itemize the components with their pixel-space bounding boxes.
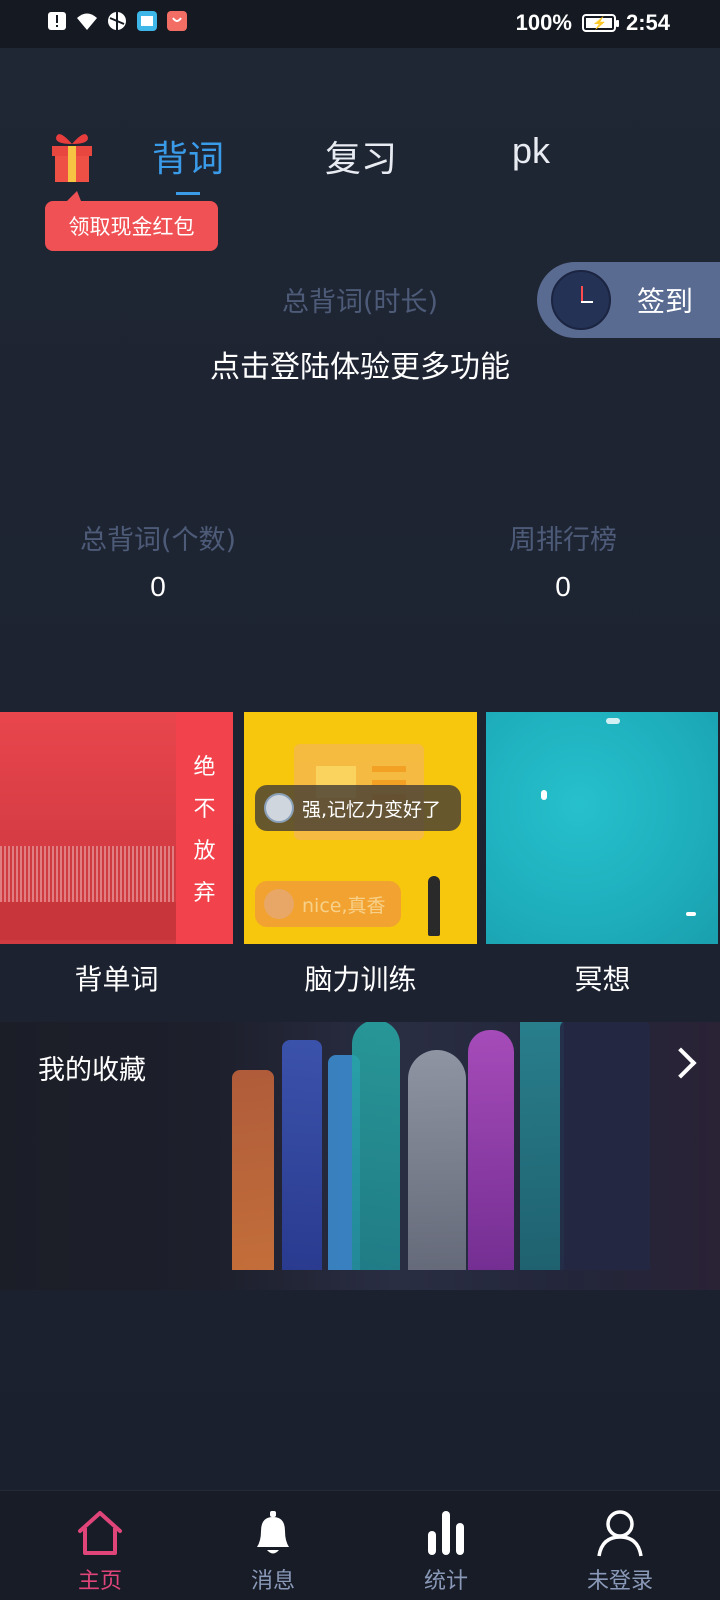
weekly-rank-value: 0 xyxy=(555,571,571,602)
nav-home[interactable]: 主页 xyxy=(40,1491,160,1600)
tile-texture xyxy=(0,846,176,906)
stats-icon xyxy=(428,1511,464,1555)
tile-brain-training[interactable]: 强,记忆力变好了 nice,真香 xyxy=(244,712,477,944)
banner-char: 弃 xyxy=(193,881,216,906)
battery-icon: ⚡ xyxy=(581,14,619,32)
nav-profile[interactable]: 未登录 xyxy=(560,1491,680,1600)
favorites-title: 我的收藏 xyxy=(38,1055,146,1086)
boat-illustration xyxy=(541,790,547,800)
neon-decoration xyxy=(408,1050,466,1270)
comment-bubble: nice,真香 xyxy=(255,881,401,927)
neon-decoration xyxy=(232,1070,274,1270)
neon-decoration xyxy=(560,1022,650,1270)
nav-home-label: 主页 xyxy=(77,1569,122,1594)
chevron-right-icon[interactable] xyxy=(665,1047,697,1079)
red-packet-label: 领取现金红包 xyxy=(68,215,195,239)
weekly-rank-label: 周排行榜 xyxy=(509,525,617,556)
tab-memorize[interactable]: 背词 xyxy=(152,130,225,195)
tile-label-brain-training: 脑力训练 xyxy=(304,963,417,996)
tile-texture-base xyxy=(0,902,176,940)
total-count-label: 总背词(个数) xyxy=(79,525,237,556)
banner-char: 不 xyxy=(193,797,216,822)
vpn-icon xyxy=(108,12,126,30)
status-right: 100% ⚡ 2:54 xyxy=(516,10,670,36)
avatar xyxy=(264,793,294,823)
neon-decoration xyxy=(468,1030,514,1270)
bell-icon xyxy=(257,1511,289,1554)
red-packet-button[interactable]: 领取现金红包 xyxy=(45,191,218,251)
user-icon xyxy=(597,1510,643,1557)
tab-pk[interactable]: pk xyxy=(512,130,550,172)
never-give-up-banner: 绝 不 放 弃 xyxy=(176,712,233,944)
neon-decoration xyxy=(282,1040,322,1270)
shop-app-icon xyxy=(167,11,187,31)
alert-icon xyxy=(48,12,66,30)
tab-review-label: 复习 xyxy=(325,139,398,180)
favorites-banner[interactable]: 我的收藏 xyxy=(0,1022,720,1290)
tile-label-memorize-words: 背单词 xyxy=(74,963,159,996)
weekly-rank-stat[interactable]: 周排行榜 0 xyxy=(433,518,693,603)
avatar xyxy=(264,889,294,919)
total-count-stat[interactable]: 总背词(个数) 0 xyxy=(28,518,288,603)
tab-active-indicator xyxy=(176,192,200,195)
bottom-nav: 主页 消息 统计 未登录 xyxy=(0,1490,720,1600)
status-bar: 100% ⚡ 2:54 xyxy=(0,0,720,48)
banner-char: 绝 xyxy=(193,755,216,780)
tile-meditation[interactable] xyxy=(486,712,718,944)
total-count-value: 0 xyxy=(150,571,166,602)
home-icon xyxy=(78,1511,122,1555)
wifi-icon xyxy=(77,13,97,30)
status-icons xyxy=(46,10,188,32)
tile-memorize-words[interactable]: 绝 不 放 弃 xyxy=(0,712,233,944)
comment-text: 强,记忆力变好了 xyxy=(302,798,442,821)
clock-time: 2:54 xyxy=(625,10,670,35)
tab-pk-label: pk xyxy=(512,130,551,171)
nav-messages-label: 消息 xyxy=(250,1569,295,1594)
book-app-icon xyxy=(137,11,157,31)
boat-illustration xyxy=(686,912,696,916)
neon-decoration xyxy=(352,1022,400,1270)
nav-stats-label: 统计 xyxy=(423,1569,468,1594)
banner-char: 放 xyxy=(193,839,216,864)
walking-person-illustration xyxy=(428,876,440,936)
tab-memorize-label: 背词 xyxy=(152,139,225,180)
home-screen: 100% ⚡ 2:54 领取现金红包 背词 复习 pk 签到 总背词(时长) 点… xyxy=(0,0,720,1600)
comment-text: nice,真香 xyxy=(302,894,386,917)
nav-messages[interactable]: 消息 xyxy=(213,1491,333,1600)
boat-illustration xyxy=(606,718,620,724)
login-hint[interactable]: 点击登陆体验更多功能 xyxy=(0,342,720,386)
tab-review[interactable]: 复习 xyxy=(325,130,397,182)
battery-percent: 100% xyxy=(515,10,572,35)
gift-icon[interactable] xyxy=(50,128,94,184)
tile-label-meditation: 冥想 xyxy=(574,963,631,996)
nav-stats[interactable]: 统计 xyxy=(386,1491,506,1600)
comment-bubble: 强,记忆力变好了 xyxy=(255,785,461,831)
total-time-label: 总背词(时长) xyxy=(281,287,439,318)
neon-decoration xyxy=(520,1022,564,1270)
nav-profile-label: 未登录 xyxy=(586,1569,653,1594)
